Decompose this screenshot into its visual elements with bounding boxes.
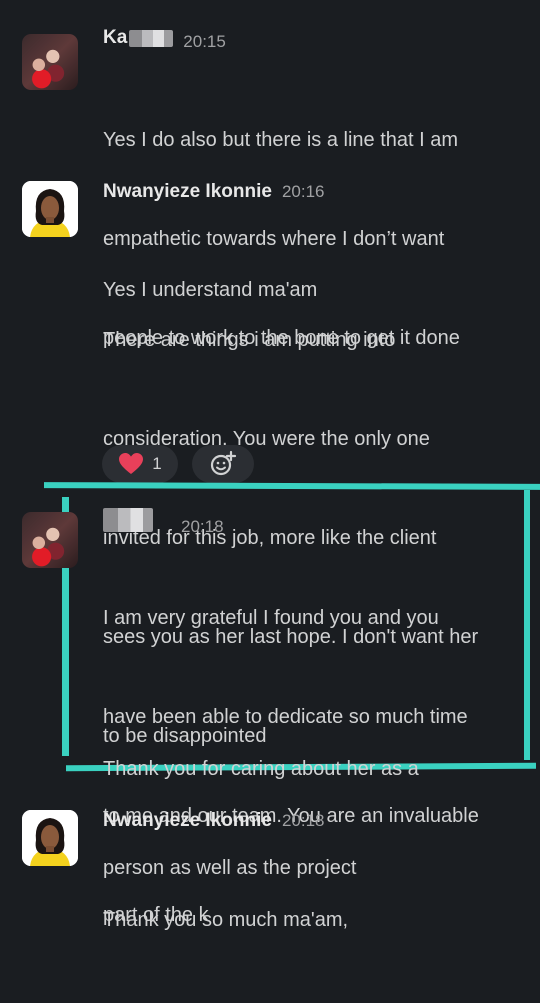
message-3[interactable]: 20:18 I am very grateful I found you and… (0, 490, 540, 926)
sender-avatar[interactable] (22, 810, 78, 866)
text-line: Thank you so much ma'am, (103, 909, 349, 931)
add-reaction-icon (210, 450, 237, 476)
sender-name[interactable]: Nwanyieze Ikonnie (103, 810, 272, 832)
message-2[interactable]: Nwanyieze Ikonnie 20:16 Yes I understand… (0, 165, 540, 747)
text-line: Thank you for caring about her as a (103, 758, 419, 780)
reaction-count: 1 (152, 454, 162, 473)
text-line: Yes I do also but there is a line that I… (103, 129, 459, 151)
message-1[interactable]: Ka 20:15 Yes I do also but there is a li… (0, 0, 540, 349)
sender-avatar-blurred[interactable] (22, 512, 78, 568)
text-line: I am very grateful I found you and you (103, 607, 439, 629)
sender-avatar[interactable] (22, 181, 78, 237)
message-4[interactable]: Nwanyieze Ikonnie 20:18 Thank you so muc… (0, 800, 540, 931)
message-time[interactable]: 20:15 (183, 32, 226, 52)
message-text: Thank you so much ma'am, (103, 838, 522, 1003)
message-time[interactable]: 20:18 (181, 517, 224, 537)
name-redaction (129, 30, 174, 47)
name-redaction (103, 508, 153, 532)
sender-name[interactable]: Ka (103, 27, 127, 49)
text-line: There are things i am putting into (103, 329, 396, 351)
sender-name[interactable]: Nwanyieze Ikonnie (103, 181, 272, 203)
message-time[interactable]: 20:18 (282, 811, 325, 831)
heart-emoji-icon (119, 453, 144, 474)
add-reaction-button[interactable] (192, 445, 254, 483)
heart-reaction-button[interactable]: 1 (102, 445, 178, 483)
message-time[interactable]: 20:16 (282, 182, 325, 202)
sender-avatar-blurred[interactable] (22, 34, 78, 90)
time-text: 20:18 (181, 517, 224, 536)
avatar-portrait-icon (22, 810, 78, 866)
avatar-portrait-icon (22, 181, 78, 237)
